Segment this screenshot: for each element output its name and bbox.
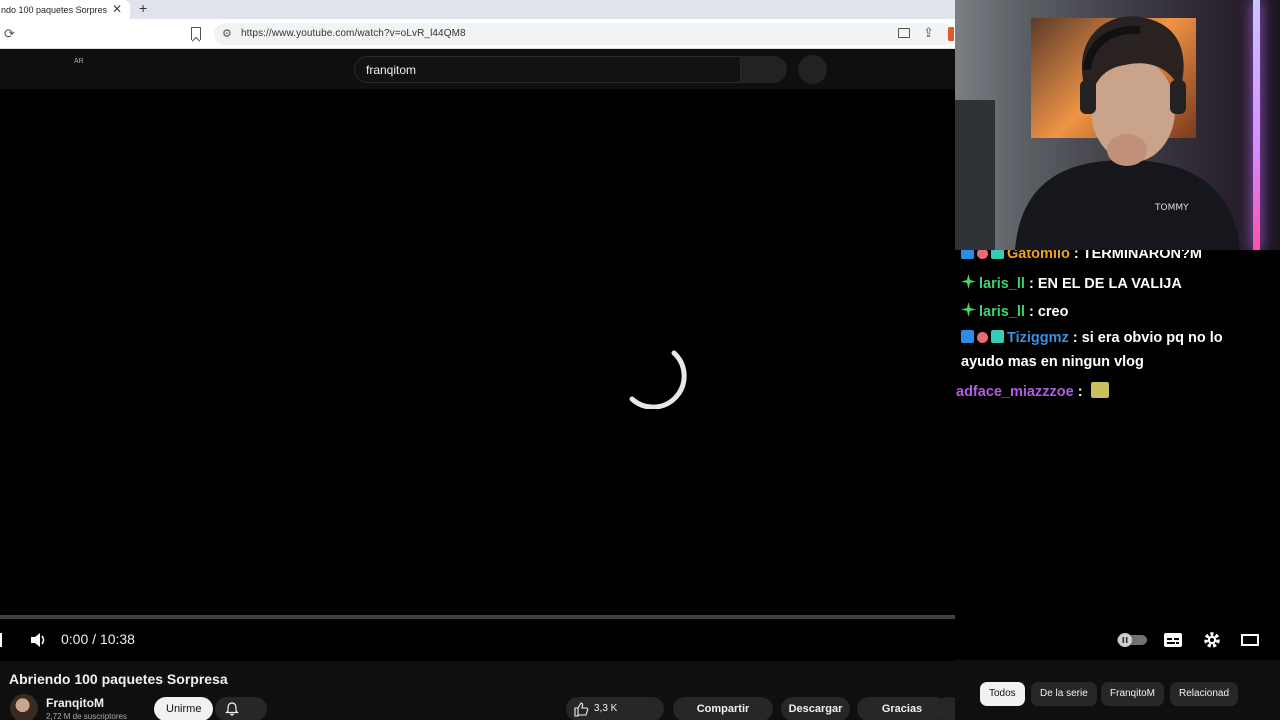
chat-badge-icon: [961, 330, 974, 343]
shirt-print: TOMMY: [1154, 203, 1189, 213]
video-title: Abriendo 100 paquetes Sorpresa: [9, 671, 228, 687]
search-input[interactable]: franqitom: [354, 56, 741, 83]
chat-message: adface_miazzzoe :: [956, 382, 1109, 400]
like-button[interactable]: 3,3 K: [566, 697, 664, 720]
chat-username[interactable]: adface_miazzzoe: [956, 384, 1074, 400]
address-bar[interactable]: ⚙ https://www.youtube.com/watch?v=oLvR_l…: [214, 23, 954, 45]
bell-icon: [225, 702, 239, 716]
loading-spinner-icon: [629, 350, 687, 409]
extension-icon[interactable]: [948, 27, 954, 41]
share-button[interactable]: Compartir: [673, 697, 773, 720]
chat-badge-icon: [961, 250, 974, 259]
emote-icon: [1090, 382, 1109, 398]
like-count: 3,3 K: [594, 703, 618, 714]
thanks-button[interactable]: Gracias: [857, 697, 947, 720]
channel-name[interactable]: FranqitoM: [46, 696, 104, 710]
search-button[interactable]: [741, 56, 787, 83]
close-tab-icon[interactable]: ✕: [112, 2, 122, 16]
sparkle-badge-icon: [961, 302, 976, 317]
player-right-controls: [955, 624, 1280, 660]
overlay-strip: [955, 660, 1280, 681]
share-icon[interactable]: ⇪: [923, 25, 934, 41]
new-tab-button[interactable]: +: [139, 0, 147, 16]
subtitles-icon[interactable]: [1163, 632, 1183, 648]
chat-text: EN EL DE LA VALIJA: [1037, 276, 1182, 292]
chat-text: creo: [1037, 304, 1069, 320]
progress-bar[interactable]: [0, 615, 955, 619]
sparkle-badge-icon: [961, 274, 976, 289]
cast-icon[interactable]: [898, 28, 910, 38]
video-info: Abriendo 100 paquetes Sorpresa FranqitoM…: [0, 661, 955, 720]
chat-message: Tiziggmz : si era obvio pq no lo: [961, 330, 1223, 346]
play-button[interactable]: [0, 633, 2, 647]
player-controls: 0:00 / 10:38: [0, 624, 955, 660]
bookmark-icon[interactable]: [191, 27, 201, 40]
reload-icon[interactable]: ⟳: [4, 26, 15, 42]
time-display: 0:00 / 10:38: [61, 631, 135, 647]
chair: [955, 100, 995, 250]
chat-badge-icon: [977, 332, 988, 343]
channel-avatar[interactable]: [10, 694, 38, 720]
browser-toolbar: ⟳ ⚙ https://www.youtube.com/watch?v=oLvR…: [0, 19, 955, 49]
browser-window: ndo 100 paquetes Sorpresa ✕ + ⟳ ⚙ https:…: [0, 0, 955, 720]
notification-button[interactable]: [215, 697, 267, 720]
join-button[interactable]: Unirme: [154, 697, 214, 720]
browser-tab[interactable]: ndo 100 paquetes Sorpresa ✕: [0, 0, 130, 19]
download-button[interactable]: Descargar: [781, 697, 850, 720]
subscriber-count: 2,72 M de suscriptores: [46, 712, 127, 720]
volume-icon[interactable]: [28, 630, 48, 650]
stream-chat: Gatomilo : TERMINARON?M laris_ll : EN EL…: [955, 250, 1280, 430]
chat-badge-icon: [991, 330, 1004, 343]
site-info-icon[interactable]: ⚙: [222, 27, 232, 40]
chat-username[interactable]: Tiziggmz: [1007, 330, 1069, 346]
chat-message: Gatomilo : TERMINARON?M: [961, 250, 1202, 262]
chat-separator: :: [1069, 250, 1083, 262]
chat-message: ayudo mas en ningun vlog: [961, 354, 1144, 370]
chat-username[interactable]: laris_ll: [979, 304, 1025, 320]
theater-mode-icon[interactable]: [1241, 633, 1259, 647]
autoplay-toggle[interactable]: [1117, 633, 1147, 647]
chip-de-la-serie[interactable]: De la serie: [1031, 682, 1097, 706]
tab-strip: ndo 100 paquetes Sorpresa ✕ +: [0, 0, 955, 19]
chat-separator: :: [1024, 304, 1038, 320]
chat-separator: :: [1068, 330, 1082, 346]
chat-separator: :: [1024, 276, 1038, 292]
chip-franqitom[interactable]: FranqitoM: [1101, 682, 1165, 706]
chat-separator: :: [1073, 384, 1087, 400]
settings-gear-icon[interactable]: [1203, 631, 1221, 649]
chat-username[interactable]: Gatomilo: [1007, 250, 1070, 262]
related-filter-chips: Todos De la serie FranqitoM Relacionad: [955, 681, 1280, 720]
url-text[interactable]: https://www.youtube.com/watch?v=oLvR_l44…: [241, 28, 466, 39]
chat-message: laris_ll : creo: [961, 302, 1068, 320]
chat-badge-icon: [991, 250, 1004, 259]
streamer-image: TOMMY: [1015, 16, 1240, 250]
chat-text: TERMINARON?M: [1082, 250, 1202, 262]
video-player[interactable]: 0:00 / 10:38: [0, 89, 955, 661]
youtube-header: AR franqitom: [0, 49, 955, 89]
chat-username[interactable]: laris_ll: [979, 276, 1025, 292]
chat-badge-icon: [977, 250, 988, 259]
chat-message: laris_ll : EN EL DE LA VALIJA: [961, 274, 1182, 292]
webcam-feed: TOMMY: [955, 0, 1280, 250]
chat-text: ayudo mas en ningun vlog: [961, 354, 1144, 370]
country-code: AR: [74, 58, 84, 65]
chip-todos[interactable]: Todos: [980, 682, 1025, 706]
thumbs-up-icon: [574, 702, 589, 717]
more-actions-button[interactable]: [936, 697, 955, 720]
voice-search-button[interactable]: [798, 55, 827, 84]
chat-text: si era obvio pq no lo: [1081, 330, 1223, 346]
tab-title: ndo 100 paquetes Sorpresa: [1, 4, 107, 15]
chip-relacionados[interactable]: Relacionad: [1170, 682, 1239, 706]
neon-light: [1253, 0, 1260, 250]
